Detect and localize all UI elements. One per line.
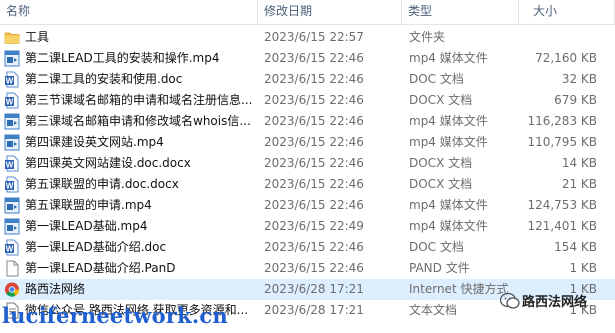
file-date: 2023/6/15 22:46 xyxy=(264,135,364,149)
file-row[interactable]: W 第二课工具的安装和使用.doc 2023/6/15 22:46 DOC 文档 32 … xyxy=(0,69,615,90)
file-name: 第二课LEAD工具的安装和操作.mp4 xyxy=(25,51,220,65)
mp4-file-icon xyxy=(4,50,20,67)
file-type: DOC 文档 xyxy=(409,240,464,254)
svg-text:W: W xyxy=(6,77,14,86)
column-header-type[interactable]: 类型 xyxy=(402,0,519,24)
file-date: 2023/6/15 22:46 xyxy=(264,156,364,170)
chrome-shortcut-icon xyxy=(4,281,20,298)
doc-file-icon: W xyxy=(4,155,20,172)
file-row[interactable]: 工具 2023/6/15 22:57 文件夹 xyxy=(0,27,615,48)
column-header-name[interactable]: ^ 名称 xyxy=(0,0,258,24)
file-size: 121,401 KB xyxy=(527,219,597,233)
file-date: 2023/6/15 22:46 xyxy=(264,72,364,86)
file-date: 2023/6/15 22:46 xyxy=(264,114,364,128)
doc-file-icon: W xyxy=(4,239,20,256)
svg-text:W: W xyxy=(6,182,14,191)
file-date: 2023/6/15 22:46 xyxy=(264,198,364,212)
file-row[interactable]: W 第三节课域名邮箱的申请和域名注册信息... 2023/6/15 22:46 DOC… xyxy=(0,90,615,111)
badge-label: 路西法网络 xyxy=(522,295,588,310)
file-type: DOC 文档 xyxy=(409,72,464,86)
file-row[interactable]: 第一课LEAD基础介绍.PanD 2023/6/15 22:46 PAND 文件 1 … xyxy=(0,258,615,279)
file-date: 2023/6/15 22:46 xyxy=(264,177,364,191)
file-name: 第四课建设英文网站.mp4 xyxy=(25,135,164,149)
file-name: 第三课域名邮箱申请和修改域名whois信... xyxy=(25,114,251,128)
file-size: 21 KB xyxy=(561,177,597,191)
file-name: 第一课LEAD基础介绍.PanD xyxy=(25,261,176,275)
file-name: 第二课工具的安装和使用.doc xyxy=(25,72,183,86)
file-size: 116,283 KB xyxy=(527,114,597,128)
file-name: 第三节课域名邮箱的申请和域名注册信息... xyxy=(25,93,253,107)
file-size xyxy=(525,27,597,48)
file-size: 14 KB xyxy=(561,156,597,170)
file-size: 72,160 KB xyxy=(535,51,597,65)
column-name-label: 名称 xyxy=(6,4,31,18)
file-row[interactable]: 第一课LEAD基础.mp4 2023/6/15 22:49 mp4 媒体文件 121,… xyxy=(0,216,615,237)
file-row[interactable]: W 第一课LEAD基础介绍.doc 2023/6/15 22:46 DOC 文档 154… xyxy=(0,237,615,258)
file-name: 路西法网络 xyxy=(25,282,86,296)
file-type: mp4 媒体文件 xyxy=(409,219,488,233)
file-date: 2023/6/15 22:46 xyxy=(264,51,364,65)
file-date: 2023/6/15 22:46 xyxy=(264,93,364,107)
file-type: mp4 媒体文件 xyxy=(409,51,488,65)
mp4-file-icon xyxy=(4,197,20,214)
file-date: 2023/6/15 22:46 xyxy=(264,261,364,275)
file-size: 154 KB xyxy=(554,240,597,254)
file-size: 679 KB xyxy=(554,93,597,107)
mp4-file-icon xyxy=(4,113,20,130)
doc-file-icon: W xyxy=(4,71,20,88)
folder-icon xyxy=(4,29,20,46)
column-header-size[interactable]: 大小 xyxy=(519,0,615,24)
wechat-badge: 路西法网络 xyxy=(486,287,615,315)
file-row[interactable]: W 第五课联盟的申请.doc.docx 2023/6/15 22:46 DOCX 文档… xyxy=(0,174,615,195)
column-size-label: 大小 xyxy=(533,4,558,18)
mp4-file-icon xyxy=(4,134,20,151)
file-type: DOCX 文档 xyxy=(409,177,473,191)
wechat-logo-icon xyxy=(500,292,520,309)
file-size: 110,795 KB xyxy=(527,135,597,149)
column-header-bar: ^ 名称 修改日期 类型 大小 xyxy=(0,0,615,25)
file-date: 2023/6/28 17:21 xyxy=(264,282,364,296)
file-type: mp4 媒体文件 xyxy=(409,135,488,149)
file-row[interactable]: 第三课域名邮箱申请和修改域名whois信... 2023/6/15 22:46 mp… xyxy=(0,111,615,132)
file-size: 124,753 KB xyxy=(527,198,597,212)
column-header-date[interactable]: 修改日期 xyxy=(258,0,402,24)
file-row[interactable]: 第五课联盟的申请.mp4 2023/6/15 22:46 mp4 媒体文件 124,7… xyxy=(0,195,615,216)
file-type: mp4 媒体文件 xyxy=(409,114,488,128)
file-row[interactable]: 第四课建设英文网站.mp4 2023/6/15 22:46 mp4 媒体文件 110,… xyxy=(0,132,615,153)
svg-text:W: W xyxy=(6,245,14,254)
svg-text:W: W xyxy=(6,98,14,107)
file-name: 第五课联盟的申请.mp4 xyxy=(25,198,152,212)
doc-file-icon: W xyxy=(4,176,20,193)
file-date: 2023/6/15 22:57 xyxy=(264,30,364,44)
watermark-text: luciferneetwork.cn xyxy=(2,303,228,328)
column-date-label: 修改日期 xyxy=(264,4,313,18)
blank-file-icon xyxy=(4,260,20,277)
file-type: DOCX 文档 xyxy=(409,93,473,107)
file-type: PAND 文件 xyxy=(409,261,470,275)
column-type-label: 类型 xyxy=(408,4,433,18)
mp4-file-icon xyxy=(4,218,20,235)
doc-file-icon: W xyxy=(4,92,20,109)
file-row[interactable]: 第二课LEAD工具的安装和操作.mp4 2023/6/15 22:46 mp4 媒体… xyxy=(0,48,615,69)
file-name: 第四课英文网站建设.doc.docx xyxy=(25,156,191,170)
file-name: 第一课LEAD基础.mp4 xyxy=(25,219,148,233)
file-name: 工具 xyxy=(25,30,50,44)
file-row[interactable]: W 第四课英文网站建设.doc.docx 2023/6/15 22:46 DOCX 文… xyxy=(0,153,615,174)
file-type: mp4 媒体文件 xyxy=(409,198,488,212)
file-date: 2023/6/15 22:46 xyxy=(264,240,364,254)
file-size: 1 KB xyxy=(569,261,597,275)
file-date: 2023/6/28 17:21 xyxy=(264,303,364,317)
svg-text:W: W xyxy=(6,161,14,170)
file-type: 文件夹 xyxy=(409,30,446,44)
file-type: DOCX 文档 xyxy=(409,156,473,170)
file-date: 2023/6/15 22:49 xyxy=(264,219,364,233)
file-name: 第一课LEAD基础介绍.doc xyxy=(25,240,167,254)
sort-arrow-icon: ^ xyxy=(17,0,25,6)
file-size: 32 KB xyxy=(561,72,597,86)
file-name: 第五课联盟的申请.doc.docx xyxy=(25,177,179,191)
